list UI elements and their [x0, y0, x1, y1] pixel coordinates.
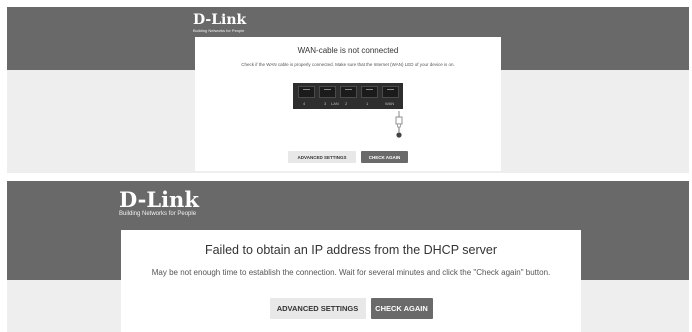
page-description: May be not enough time to establish the …	[151, 268, 551, 277]
advanced-settings-button[interactable]: ADVANCED SETTINGS	[288, 151, 356, 163]
wan-port-icon	[382, 86, 399, 98]
router-ports-illustration: 4 3 LAN 2 1 WAN	[293, 83, 403, 109]
port-label-2: 2	[345, 101, 348, 106]
message-card: WAN-cable is not connected Check if the …	[195, 37, 501, 171]
port-label-4: 4	[303, 101, 306, 106]
page-title: WAN-cable is not connected	[297, 46, 399, 55]
port-label-1: 1	[366, 101, 369, 106]
logo-tagline: Building Networks for People	[193, 28, 245, 33]
ethernet-cable-icon	[395, 111, 403, 138]
page-title: Failed to obtain an IP address from the …	[204, 243, 498, 257]
dlink-logo: D-Link Building Networks for People	[119, 189, 199, 217]
logo-name: D-Link	[193, 12, 247, 28]
check-again-button[interactable]: CHECK AGAIN	[361, 151, 408, 163]
dlink-logo: D-Link Building Networks for People	[193, 13, 246, 33]
advanced-settings-button[interactable]: ADVANCED SETTINGS	[269, 298, 366, 319]
action-buttons: ADVANCED SETTINGS CHECK AGAIN	[121, 298, 581, 319]
port-label-3: 3	[324, 101, 327, 106]
lan-port-4-icon	[298, 86, 315, 98]
dhcp-error-screen: D-Link Building Networks for People Fail…	[7, 181, 689, 332]
logo-name: D-Link	[119, 187, 199, 212]
lan-port-1-icon	[361, 86, 378, 98]
page-description: Check if the WAN cable is properly conne…	[241, 62, 455, 67]
port-label-lan: LAN	[331, 101, 339, 106]
lan-port-3-icon	[319, 86, 336, 98]
message-card: Failed to obtain an IP address from the …	[121, 230, 581, 332]
wan-error-screen: D-Link Building Networks for People WAN-…	[7, 7, 689, 173]
logo-tagline: Building Networks for People	[119, 211, 197, 217]
check-again-button[interactable]: CHECK AGAIN	[370, 298, 433, 319]
action-buttons: ADVANCED SETTINGS CHECK AGAIN	[195, 151, 501, 163]
lan-port-2-icon	[340, 86, 357, 98]
port-label-wan: WAN	[385, 101, 395, 106]
